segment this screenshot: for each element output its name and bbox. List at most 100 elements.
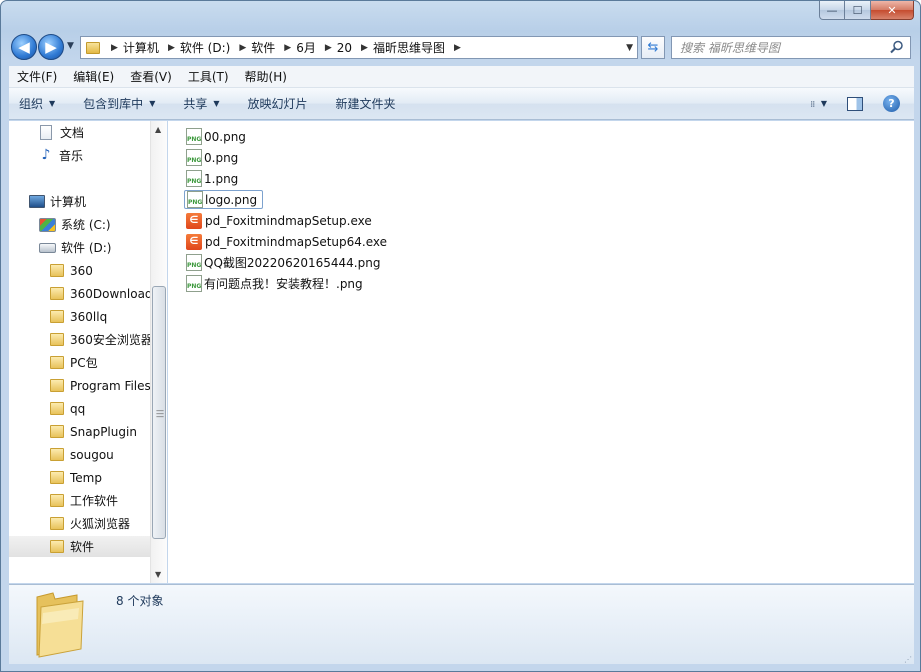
refresh-button[interactable]: ⇆ bbox=[641, 36, 665, 59]
file-item[interactable]: logo.png bbox=[184, 190, 264, 209]
slideshow-button[interactable]: 放映幻灯片 bbox=[238, 95, 318, 112]
tree-item-label: Temp bbox=[70, 470, 102, 485]
file-item[interactable]: 00.png bbox=[186, 127, 251, 146]
menu-item[interactable]: 文件(F) bbox=[9, 68, 65, 85]
preview-pane-icon[interactable] bbox=[847, 96, 863, 111]
breadcrumb-item[interactable]: 20 bbox=[337, 41, 352, 55]
nav-item-folder[interactable]: Program Files bbox=[9, 375, 151, 396]
nav-item-music[interactable]: ♪ 音乐 bbox=[9, 145, 83, 166]
breadcrumb-item[interactable]: 软件 (D:) bbox=[180, 39, 230, 56]
file-item[interactable]: QQ截图20220620165444.png bbox=[186, 253, 385, 272]
back-button[interactable]: ◀ bbox=[11, 34, 37, 60]
file-item[interactable]: ∈ pd_FoxitmindmapSetup.exe bbox=[186, 211, 377, 230]
file-list: 00.png 0.png 1.png logo.png ∈pd_Foxitmindmap… bbox=[168, 121, 914, 583]
nav-item-folder[interactable]: Temp bbox=[9, 467, 102, 488]
nav-item-folder[interactable]: 360Download bbox=[9, 283, 153, 304]
breadcrumb-separator-icon[interactable]: ▶ bbox=[454, 43, 461, 53]
breadcrumb-separator-icon[interactable]: ▶ bbox=[325, 43, 332, 53]
file-name: 00.png bbox=[204, 129, 246, 144]
scroll-up-icon[interactable]: ▲ bbox=[155, 125, 161, 134]
nav-item-folder[interactable]: 360安全浏览器 bbox=[9, 329, 153, 350]
search-input[interactable]: 搜索 福昕思维导图 bbox=[680, 39, 780, 56]
share-button[interactable]: 共享 ▼ bbox=[173, 95, 229, 112]
tree-item-label: 计算机 bbox=[50, 195, 87, 209]
organize-button[interactable]: 组织 ▼ bbox=[9, 95, 65, 112]
tree-item-label: 工作软件 bbox=[70, 494, 119, 508]
tree-item-label: 火狐浏览器 bbox=[70, 517, 131, 531]
breadcrumb-item[interactable]: 计算机 bbox=[123, 39, 159, 56]
navigation-row: ◀ ▶ ▼ ▶ 计算机 ▶ 软件 (D:) ▶ 软件 ▶ 6月 ▶ 20 ▶ 福昕思维导图 ▶ ▼ ⇆ … bbox=[1, 31, 920, 63]
folder-icon bbox=[50, 379, 64, 392]
nav-item-documents[interactable]: 文档 bbox=[9, 122, 84, 143]
breadcrumb-separator-icon[interactable]: ▶ bbox=[284, 43, 291, 53]
nav-item-drive-c[interactable]: 系统 (C:) bbox=[9, 214, 111, 235]
help-icon[interactable]: ? bbox=[883, 95, 900, 112]
file-name: QQ截图20220620165444.png bbox=[204, 256, 381, 270]
breadcrumb-separator-icon[interactable]: ▶ bbox=[111, 43, 118, 53]
nav-item-folder[interactable]: PC包 bbox=[9, 352, 98, 373]
close-button[interactable]: ✕ bbox=[871, 1, 914, 20]
file-item[interactable]: 1.png bbox=[186, 169, 243, 188]
breadcrumb-separator-icon[interactable]: ▶ bbox=[168, 43, 175, 53]
recent-pages-chevron-icon[interactable]: ▼ bbox=[67, 41, 74, 51]
resize-grip-icon[interactable]: ⋰ bbox=[904, 656, 912, 664]
tree-item-label: 360 bbox=[70, 263, 93, 278]
nav-item-folder[interactable]: 工作软件 bbox=[9, 490, 118, 511]
tree-item-label: PC包 bbox=[70, 356, 98, 370]
nav-item-drive-d[interactable]: 软件 (D:) bbox=[9, 237, 111, 258]
music-icon: ♪ bbox=[41, 147, 51, 163]
scrollbar-grip-icon: — — — bbox=[156, 406, 164, 421]
forward-button[interactable]: ▶ bbox=[38, 34, 64, 60]
nav-item-folder[interactable]: SnapPlugin bbox=[9, 421, 137, 442]
tree-item-label: 系统 (C:) bbox=[61, 218, 111, 232]
caption-buttons: — ☐ ✕ bbox=[819, 1, 914, 21]
address-bar[interactable]: ▶ 计算机 ▶ 软件 (D:) ▶ 软件 ▶ 6月 ▶ 20 ▶ 福昕思维导图 ▶ ▼ bbox=[80, 36, 638, 59]
include-in-library-button[interactable]: 包含到库中 ▼ bbox=[73, 95, 165, 112]
folder-icon bbox=[86, 41, 100, 54]
breadcrumb: ▶ 计算机 ▶ 软件 (D:) ▶ 软件 ▶ 6月 ▶ 20 ▶ 福昕思维导图 ▶ bbox=[106, 39, 466, 56]
png-file-icon bbox=[186, 254, 202, 271]
nav-item-folder[interactable]: 360llq bbox=[9, 306, 107, 327]
details-pane: 8 个对象 ⋰ bbox=[9, 584, 914, 664]
address-dropdown-chevron-icon[interactable]: ▼ bbox=[626, 43, 633, 53]
menu-item[interactable]: 工具(T) bbox=[180, 68, 237, 85]
nav-item-computer[interactable]: 计算机 bbox=[9, 191, 86, 212]
menu-item[interactable]: 帮助(H) bbox=[237, 68, 295, 85]
file-name: 1.png bbox=[204, 171, 239, 186]
menu-item[interactable]: 查看(V) bbox=[122, 68, 180, 85]
png-file-icon bbox=[186, 128, 202, 145]
drive-icon bbox=[39, 242, 56, 253]
nav-item-folder[interactable]: 360 bbox=[9, 260, 93, 281]
scroll-down-icon[interactable]: ▼ bbox=[155, 570, 161, 579]
folder-icon bbox=[50, 448, 64, 461]
menu-item[interactable]: 编辑(E) bbox=[65, 68, 122, 85]
tree-item-label: 360Download bbox=[70, 286, 153, 301]
file-item[interactable]: 有问题点我！安装教程！.png bbox=[186, 274, 368, 293]
breadcrumb-separator-icon[interactable]: ▶ bbox=[239, 43, 246, 53]
chevron-down-icon: ▼ bbox=[213, 99, 220, 108]
change-view-button[interactable]: ▼ bbox=[811, 97, 827, 111]
breadcrumb-item[interactable]: 6月 bbox=[296, 39, 316, 56]
tree-item-label: 软件 (D:) bbox=[61, 241, 112, 255]
minimize-button[interactable]: — bbox=[819, 1, 845, 20]
search-box[interactable]: 搜索 福昕思维导图 bbox=[671, 36, 911, 59]
scrollbar-thumb[interactable]: — — — bbox=[152, 286, 166, 539]
breadcrumb-item[interactable]: 软件 bbox=[251, 39, 275, 56]
breadcrumb-separator-icon[interactable]: ▶ bbox=[361, 43, 368, 53]
file-item[interactable]: ∈ pd_FoxitmindmapSetup64.exe bbox=[186, 232, 392, 251]
nav-item-folder[interactable]: 软件 bbox=[9, 536, 150, 557]
navigation-pane: 文档 ♪ 音乐计算机系统 (C:) 软件 (D:) 360 360Download 360l… bbox=[9, 121, 167, 583]
nav-item-folder[interactable]: sougou bbox=[9, 444, 114, 465]
nav-item-folder[interactable]: 火狐浏览器 bbox=[9, 513, 130, 534]
command-bar: 组织 ▼ 包含到库中 ▼ 共享 ▼ 放映幻灯片 新建文件夹 ▼ ? bbox=[9, 88, 914, 120]
chevron-down-icon[interactable]: ▼ bbox=[821, 99, 827, 108]
breadcrumb-item[interactable]: 福昕思维导图 bbox=[373, 39, 445, 56]
new-folder-button[interactable]: 新建文件夹 bbox=[326, 95, 406, 112]
nav-item-folder[interactable]: qq bbox=[9, 398, 85, 419]
file-item[interactable]: 0.png bbox=[186, 148, 243, 167]
maximize-button[interactable]: ☐ bbox=[845, 1, 871, 20]
item-count: 8 个对象 bbox=[116, 594, 164, 608]
search-icon[interactable] bbox=[890, 40, 904, 54]
tree-item-label: 文档 bbox=[60, 126, 85, 140]
navigation-pane-scrollbar[interactable]: ▲ — — — ▼ bbox=[150, 121, 167, 583]
